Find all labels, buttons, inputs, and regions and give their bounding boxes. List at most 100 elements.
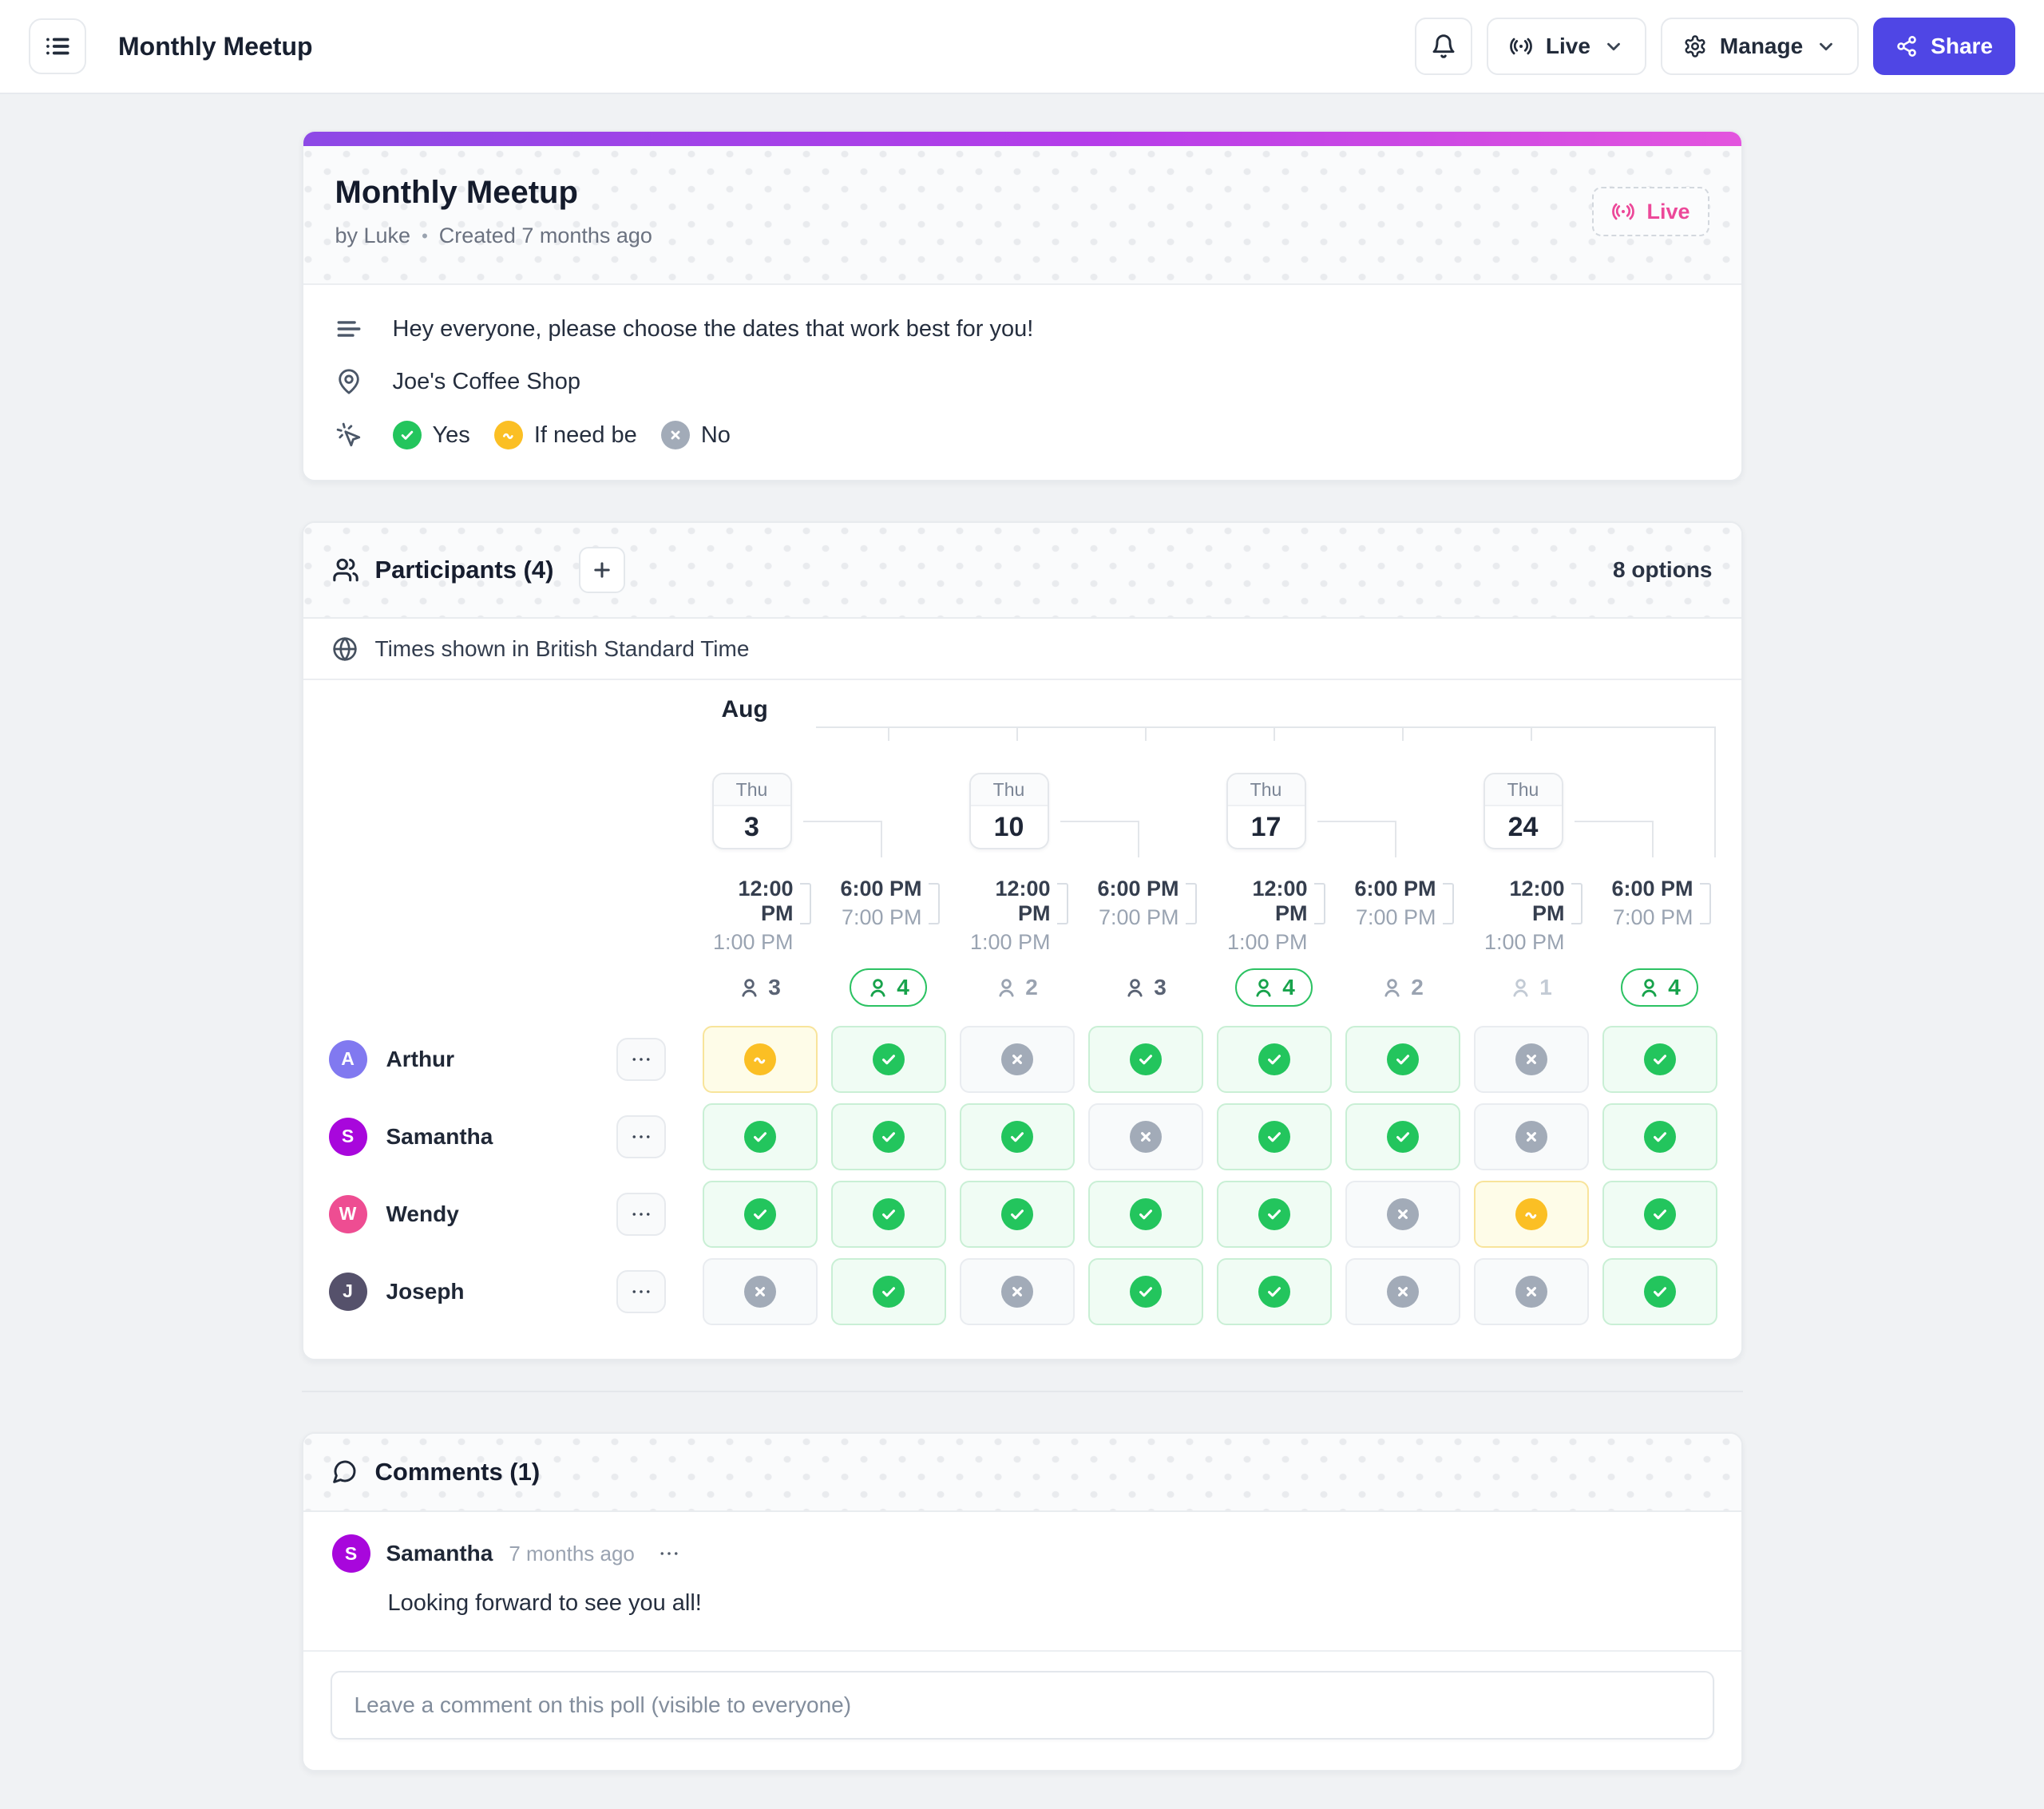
time-range-bracket <box>1313 883 1325 924</box>
share-icon <box>1895 35 1918 57</box>
date-chip-day: 17 <box>1250 811 1281 842</box>
byline-separator: • <box>422 225 428 246</box>
vote-count: 1 <box>1510 975 1552 1000</box>
live-status-dropdown[interactable]: Live <box>1486 18 1646 75</box>
vote-count-number: 2 <box>1025 975 1038 1000</box>
legend-item-yes: Yes <box>392 421 470 449</box>
vote-cell-yes <box>1087 1180 1203 1248</box>
vote-count-cell: 4 <box>1217 968 1332 1007</box>
share-button[interactable]: Share <box>1873 18 2015 75</box>
participant-menu-button[interactable] <box>616 1114 666 1158</box>
live-status-label: Live <box>1545 34 1590 58</box>
vote-cell-yes <box>1216 1257 1332 1325</box>
participant-row: A Arthur <box>303 1020 1741 1098</box>
vote-cell-yes <box>959 1180 1075 1248</box>
comment: S Samantha 7 months ago Looking forward to … <box>303 1512 1741 1650</box>
participant-menu-button[interactable] <box>616 1192 666 1236</box>
comment-author: Samantha <box>386 1541 493 1566</box>
yes-vote-icon <box>743 1120 776 1153</box>
person-icon <box>1381 977 1403 999</box>
vote-count-cell: 1 <box>1474 975 1589 1000</box>
participant-name: Arthur <box>386 1046 455 1071</box>
page-title: Monthly Meetup <box>118 31 313 61</box>
avatar: S <box>331 1534 370 1573</box>
time-range-bracket <box>1699 883 1711 924</box>
participant-name: Samantha <box>386 1123 493 1149</box>
slot-end-time: 1:00 PM <box>969 930 1051 954</box>
date-connector <box>1651 821 1654 857</box>
date-chip-day: 3 <box>744 811 759 842</box>
participant-menu-button[interactable] <box>616 1269 666 1313</box>
vote-cell-yes <box>1087 1257 1203 1325</box>
participant-menu-button[interactable] <box>616 1037 666 1081</box>
vote-cell-yes <box>1602 1257 1717 1325</box>
legend-item-no: No <box>660 421 731 449</box>
vote-legend-row: Yes If need be No <box>335 421 1709 449</box>
vote-count: 2 <box>1381 975 1424 1000</box>
yes-vote-icon <box>872 1043 905 1075</box>
participant-info: W Wendy <box>328 1192 703 1236</box>
notifications-button[interactable] <box>1414 18 1472 75</box>
vote-cell-no <box>1087 1102 1203 1170</box>
comments-list: S Samantha 7 months ago Looking forward to … <box>303 1512 1741 1650</box>
participant-rows: A Arthur S Samantha W Wendy J Joseph <box>303 1020 1741 1330</box>
poll-card: Monthly Meetup by Luke • Created 7 month… <box>301 130 1743 481</box>
vote-cell-yes <box>1345 1102 1460 1170</box>
time-range-bracket <box>1185 883 1197 924</box>
comment-input[interactable] <box>330 1671 1714 1740</box>
vote-count-cell: 3 <box>1088 975 1203 1000</box>
date-chip: Thu 3 <box>711 773 792 849</box>
date-connector <box>1574 821 1652 822</box>
globe-icon <box>332 636 358 662</box>
slot-end-time: 1:00 PM <box>1483 930 1565 954</box>
yes-vote-icon <box>1643 1043 1676 1075</box>
plus-icon <box>591 559 613 581</box>
vote-cell-yes <box>1087 1025 1203 1093</box>
chevron-down-icon <box>1816 36 1836 57</box>
no-vote-icon <box>660 421 690 449</box>
add-participant-button[interactable] <box>579 547 626 593</box>
time-slot: 6:00 PM 7:00 PM <box>1602 857 1717 955</box>
person-icon <box>1253 977 1274 999</box>
vote-count: 3 <box>1124 975 1167 1000</box>
page-content: Monthly Meetup by Luke • Created 7 month… <box>301 130 1743 1771</box>
poll-location-row: Joe's Coffee Shop <box>335 368 1709 395</box>
radio-icon <box>1509 34 1533 58</box>
date-connector <box>1060 821 1138 822</box>
no-vote-icon <box>1386 1275 1419 1308</box>
slot-end-time: 1:00 PM <box>1226 930 1308 954</box>
yes-vote-icon <box>1386 1043 1419 1075</box>
vote-cell-yes <box>1216 1102 1332 1170</box>
poll-list-button[interactable] <box>29 18 86 74</box>
comments-card: Comments (1) S Samantha 7 months ago Lookin… <box>301 1432 1743 1771</box>
timeline-tick <box>1401 726 1404 741</box>
date-chip: Thu 24 <box>1483 773 1563 849</box>
ellipsis-icon <box>629 1202 653 1226</box>
manage-dropdown[interactable]: Manage <box>1660 18 1860 75</box>
timeline-tick <box>1273 726 1275 741</box>
vote-cell-yes <box>702 1102 818 1170</box>
yes-vote-icon <box>872 1197 905 1230</box>
vote-count: 2 <box>996 975 1038 1000</box>
calendar-header: Aug Thu 3 Thu 10 Thu 17 Thu 24 <box>703 680 1741 857</box>
yes-vote-icon <box>872 1275 905 1308</box>
comment-header: S Samantha 7 months ago <box>331 1534 1713 1573</box>
vote-legend: Yes If need be No <box>392 421 731 449</box>
date-chip-weekday: Thu <box>970 774 1048 806</box>
participant-row: S Samantha <box>303 1098 1741 1175</box>
date-chip-day: 10 <box>993 811 1024 842</box>
bell-icon <box>1431 34 1456 59</box>
vote-cell-ifNeedBe <box>1473 1180 1589 1248</box>
poll-grid: Aug Thu 3 Thu 10 Thu 17 Thu 24 12:00 PM 1:00 PM 6:… <box>303 680 1741 1359</box>
vote-cell-yes <box>830 1257 946 1325</box>
slot-end-time: 1:00 PM <box>712 930 794 954</box>
top-vote-count-pill: 4 <box>1235 968 1313 1007</box>
date-connector <box>1394 821 1396 857</box>
comment-menu-button[interactable] <box>657 1542 681 1566</box>
avatar: W <box>328 1194 367 1233</box>
comment-timestamp: 7 months ago <box>509 1541 635 1566</box>
comment-text: Looking forward to see you all! <box>387 1590 702 1616</box>
time-slot: 12:00 PM 1:00 PM <box>1217 857 1332 955</box>
person-icon <box>1124 977 1146 999</box>
vote-cell-no <box>959 1257 1075 1325</box>
